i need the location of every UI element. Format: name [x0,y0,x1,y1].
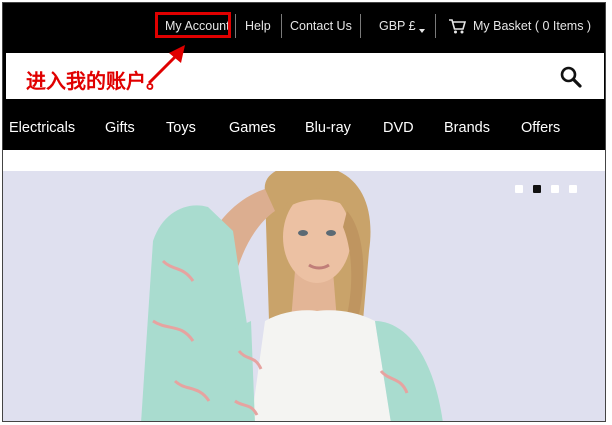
nav-item-offers[interactable]: Offers [521,102,560,150]
separator [435,14,436,38]
nav-item-electricals[interactable]: Electricals [9,102,75,150]
nav-item-blu-ray[interactable]: Blu-ray [305,102,351,150]
contact-us-link[interactable]: Contact Us [290,3,352,50]
separator [360,14,361,38]
nav-item-games[interactable]: Games [229,102,276,150]
search-input[interactable]: 进入我的账户。 [6,53,604,99]
nav-item-brands[interactable]: Brands [444,102,490,150]
search-row: 进入我的账户。 [3,50,605,102]
annotation-arrow-icon [147,45,185,85]
nav-item-dvd[interactable]: DVD [383,102,414,150]
currency-selector[interactable]: GBP £ [379,3,416,50]
separator [235,14,236,38]
basket-link[interactable]: My Basket ( 0 Items ) [473,3,591,50]
help-link[interactable]: Help [245,3,271,50]
nav-item-gifts[interactable]: Gifts [105,102,135,150]
hero-model-image [3,171,605,421]
basket-icon[interactable] [448,17,466,35]
chevron-down-icon[interactable] [419,28,425,34]
hero-banner[interactable] [3,171,605,421]
nav-item-toys[interactable]: Toys [166,102,196,150]
carousel-dot[interactable] [515,185,523,193]
search-icon[interactable] [558,64,584,90]
separator [281,14,282,38]
carousel-dot-active[interactable] [533,185,541,193]
my-account-highlight [155,12,231,38]
carousel-dot[interactable] [569,185,577,193]
carousel-dot[interactable] [551,185,559,193]
category-nav: Electricals Gifts Toys Games Blu-ray DVD… [3,102,605,150]
page-frame: My Account Help Contact Us GBP £ My Bask… [2,2,606,422]
top-utility-bar: My Account Help Contact Us GBP £ My Bask… [3,3,605,50]
